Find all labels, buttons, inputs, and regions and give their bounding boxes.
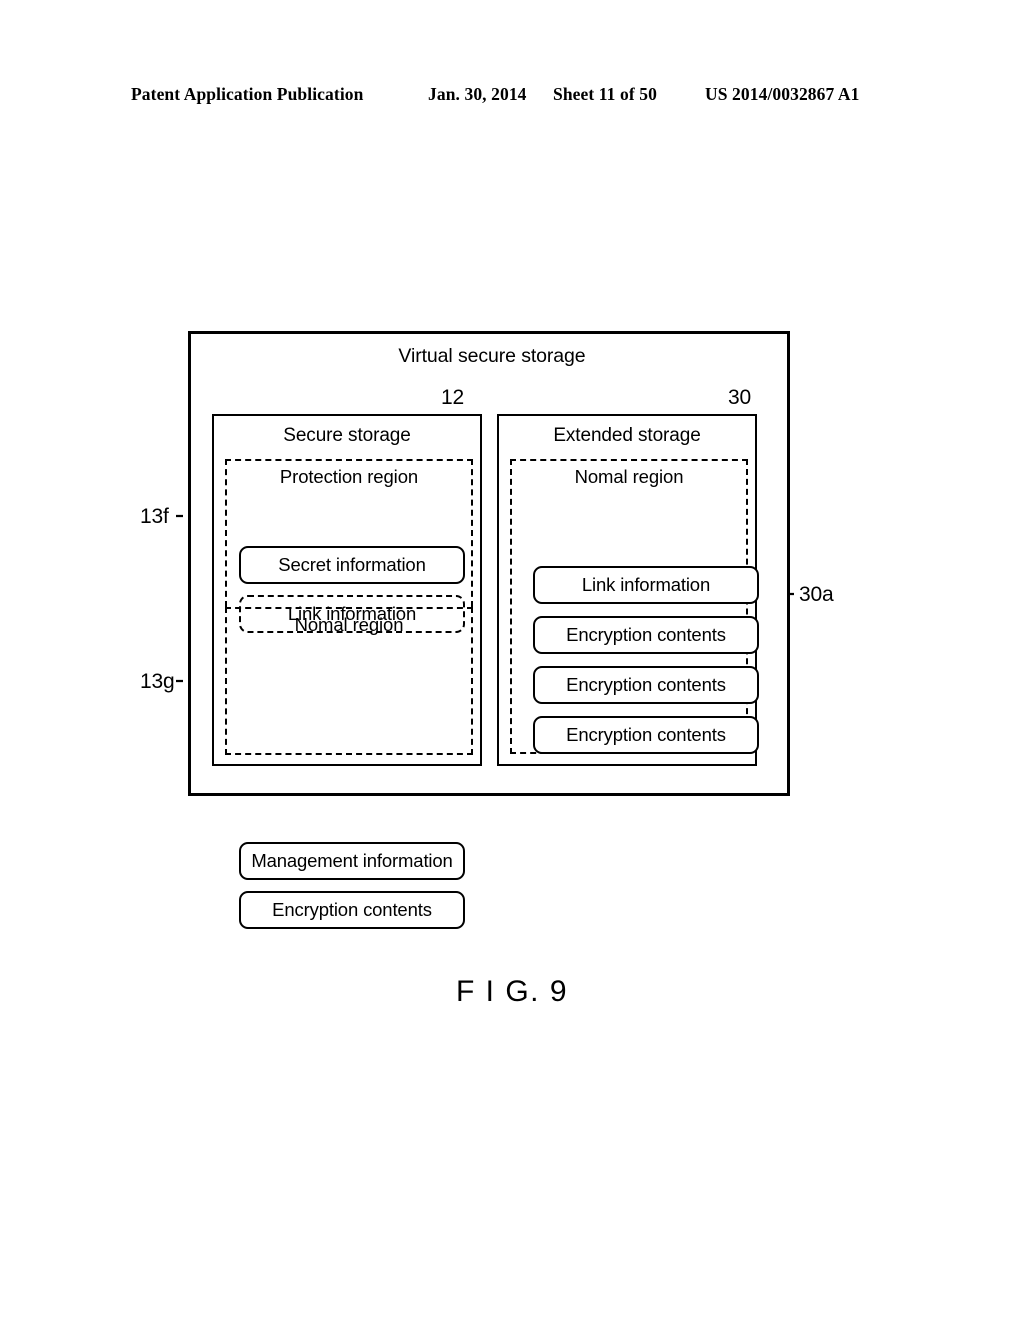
protection-region-box: Protection region Secret information Lin… bbox=[225, 459, 473, 633]
extended-storage-box: Extended storage Nomal region Link infor… bbox=[497, 414, 759, 766]
secure-storage-box: Secure storage Protection region Secret … bbox=[212, 414, 482, 929]
nomal-region-title-extended: Nomal region bbox=[574, 466, 684, 487]
item-encryption-contents-2: Encryption contents bbox=[533, 666, 759, 704]
nomal-region-box-extended: Nomal region Link information Encryption… bbox=[510, 459, 759, 754]
reference-numeral-30: 30 bbox=[728, 386, 751, 409]
secure-storage-title: Secure storage bbox=[283, 425, 411, 446]
reference-numeral-13g: 13g bbox=[140, 670, 175, 693]
nomal-region-title-secure: Nomal region bbox=[294, 614, 404, 635]
item-encryption-contents-secure: Encryption contents bbox=[239, 891, 465, 929]
virtual-secure-storage-title: Virtual secure storage bbox=[398, 345, 586, 367]
item-management-information: Management information bbox=[239, 842, 465, 880]
extended-storage-title: Extended storage bbox=[553, 425, 701, 446]
item-encryption-contents-1: Encryption contents bbox=[533, 616, 759, 654]
protection-region-title: Protection region bbox=[279, 466, 419, 487]
reference-numeral-12: 12 bbox=[441, 386, 464, 409]
nomal-region-box-secure: Nomal region Management information Encr… bbox=[225, 607, 473, 929]
item-secret-information: Secret information bbox=[239, 546, 465, 584]
item-encryption-contents-3: Encryption contents bbox=[533, 716, 759, 754]
reference-numeral-13f: 13f bbox=[140, 505, 169, 528]
figure-caption: F I G. 9 bbox=[455, 975, 569, 1008]
item-link-information-extended: Link information bbox=[533, 566, 759, 604]
patent-figure: Virtual secure storage Secure storage Pr… bbox=[0, 0, 1024, 1320]
reference-numeral-30a: 30a bbox=[799, 583, 834, 606]
